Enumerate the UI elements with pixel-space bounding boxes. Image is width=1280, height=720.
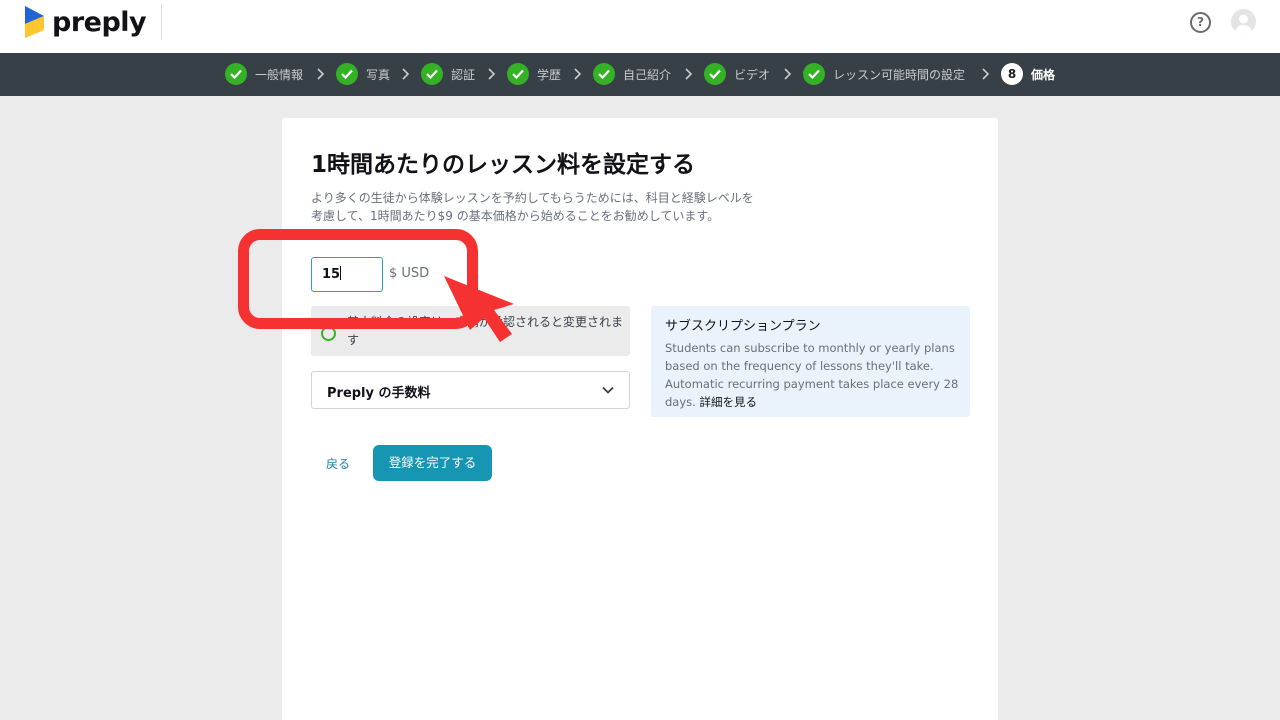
back-button[interactable]: 戻る — [326, 455, 350, 472]
step-label: 自己紹介 — [623, 67, 672, 82]
chevron-down-icon — [602, 386, 614, 394]
preply-logo[interactable]: preply — [24, 4, 147, 40]
check-icon — [507, 63, 529, 85]
chevron-right-icon — [982, 68, 990, 80]
step-general-info[interactable]: 一般情報 — [225, 63, 303, 85]
check-icon — [336, 63, 358, 85]
preply-logo-icon — [25, 6, 44, 38]
brand-name: preply — [52, 6, 147, 38]
pricing-card: 1時間あたりのレッスン料を設定する より多くの生徒から体験レッスンを予約してもら… — [282, 118, 998, 720]
chevron-right-icon — [784, 68, 792, 80]
chevron-right-icon — [685, 68, 693, 80]
step-label: 一般情報 — [255, 67, 304, 82]
complete-registration-button[interactable]: 登録を完了する — [373, 445, 492, 481]
page-title: 1時間あたりのレッスン料を設定する — [311, 152, 696, 178]
subscription-text: Students can subscribe to monthly or yea… — [665, 339, 961, 411]
step-education[interactable]: 学歴 — [507, 63, 561, 85]
chevron-right-icon — [488, 68, 496, 80]
chevron-right-icon — [402, 68, 410, 80]
step-label: レッスン可能時間の設定 — [833, 67, 966, 82]
step-photo[interactable]: 写真 — [336, 63, 390, 85]
step-label: ビデオ — [734, 67, 771, 82]
onboarding-steps: 一般情報 写真 認証 学歴 自己紹介 ビデオ レッスン可能時間の設定 8 価格 — [0, 53, 1280, 96]
user-icon — [1235, 14, 1252, 34]
step-number: 8 — [1001, 63, 1023, 85]
pricing-description: より多くの生徒から体験レッスンを予約してもらうためには、科目と経験レベルを考慮し… — [311, 191, 754, 223]
help-icon[interactable]: ? — [1190, 12, 1211, 33]
step-price[interactable]: 8 価格 — [1001, 63, 1055, 85]
chevron-right-icon — [317, 68, 325, 80]
top-header: preply ? — [0, 0, 1280, 53]
check-icon — [593, 63, 615, 85]
dropdown-label: Preply の手数料 — [327, 386, 431, 401]
header-divider — [161, 4, 162, 40]
subscription-title: サブスクリプションプラン — [665, 319, 821, 334]
avatar[interactable] — [1231, 9, 1256, 34]
learn-more-link[interactable]: 詳細を見る — [699, 395, 757, 409]
annotation-arrow-icon — [444, 276, 514, 342]
preply-fee-dropdown[interactable]: Preply の手数料 — [311, 371, 630, 409]
step-self-intro[interactable]: 自己紹介 — [593, 63, 671, 85]
check-icon — [225, 63, 247, 85]
step-video[interactable]: ビデオ — [704, 63, 770, 85]
check-icon — [421, 63, 443, 85]
chevron-right-icon — [574, 68, 582, 80]
step-label: 認証 — [451, 67, 476, 82]
step-verification[interactable]: 認証 — [421, 63, 475, 85]
subscription-plan-info: サブスクリプションプラン Students can subscribe to m… — [651, 306, 970, 417]
check-icon — [803, 63, 825, 85]
step-label: 写真 — [366, 67, 391, 82]
step-availability[interactable]: レッスン可能時間の設定 — [803, 63, 965, 85]
check-icon — [704, 63, 726, 85]
step-label: 学歴 — [537, 67, 562, 82]
step-label: 価格 — [1031, 67, 1056, 82]
